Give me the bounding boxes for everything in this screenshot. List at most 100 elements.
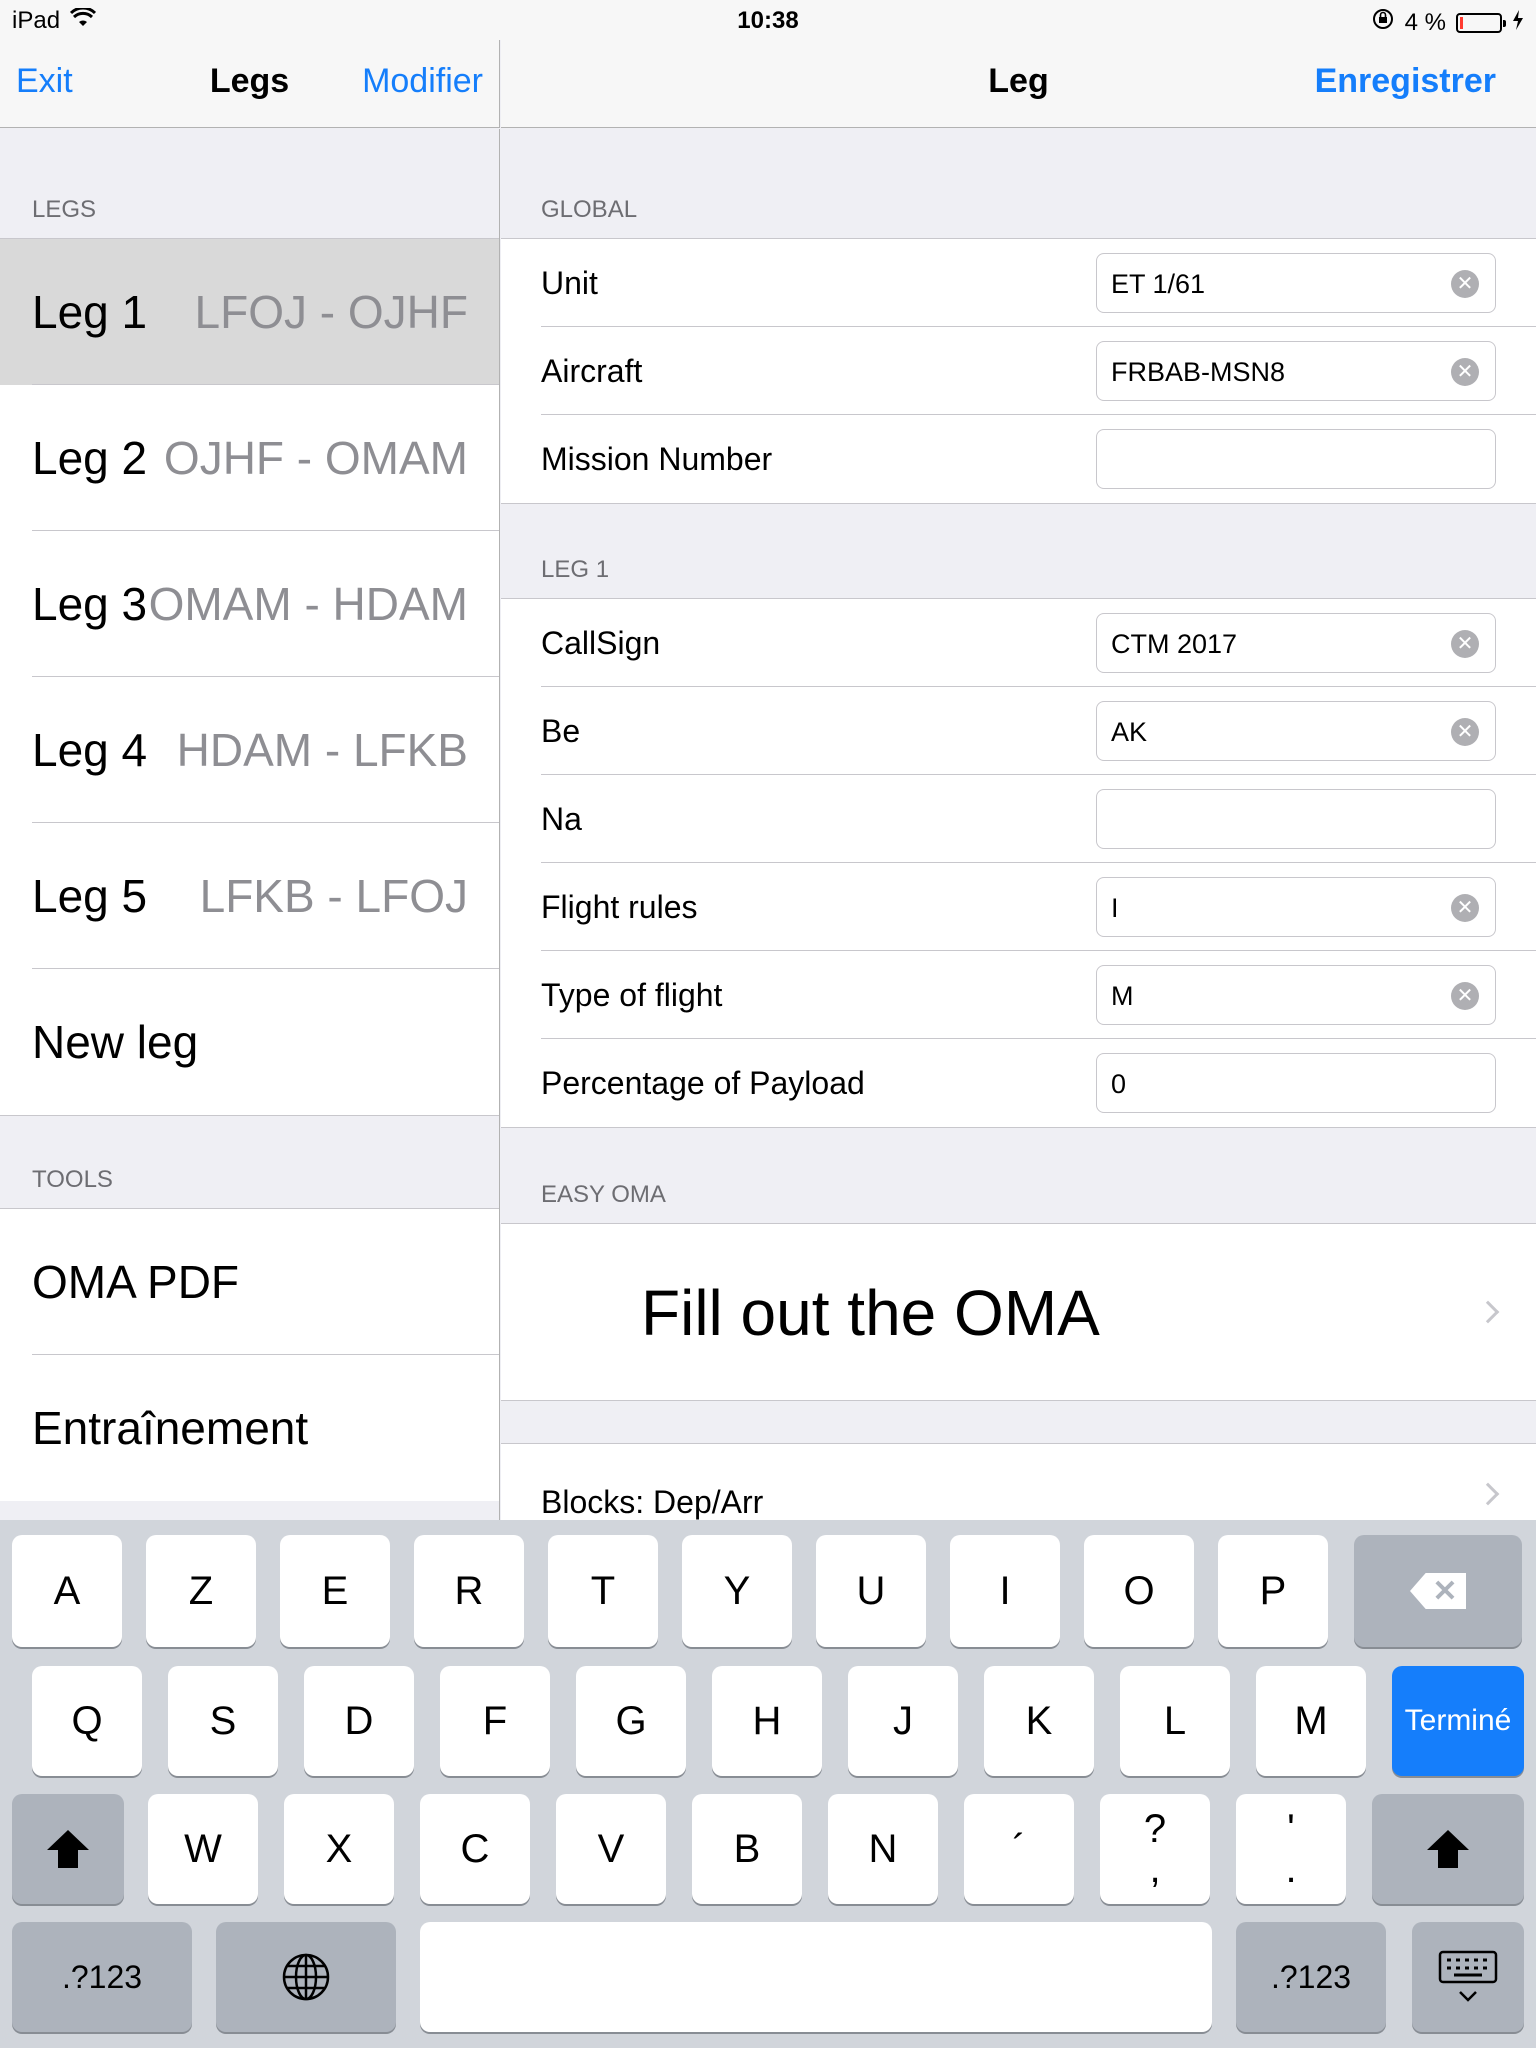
form-row-flight-rules: Flight rules I ✕ bbox=[501, 863, 1536, 951]
tool-item-oma-pdf[interactable]: OMA PDF bbox=[0, 1209, 499, 1355]
keyboard: A Z E R T Y U I O P ✕ Q S D F G H J K L … bbox=[0, 1520, 1536, 2048]
edit-button[interactable]: Modifier bbox=[362, 62, 483, 101]
key-z[interactable]: Z bbox=[146, 1535, 256, 1647]
key-y[interactable]: Y bbox=[682, 1535, 792, 1647]
key-i[interactable]: I bbox=[950, 1535, 1060, 1647]
clear-icon[interactable]: ✕ bbox=[1451, 894, 1479, 922]
leg-name: Leg 4 bbox=[32, 724, 148, 776]
field-value: CTM 2017 bbox=[1111, 629, 1238, 659]
form-row-unit: Unit ET 1/61 ✕ bbox=[501, 239, 1536, 327]
key-g[interactable]: G bbox=[576, 1666, 686, 1776]
leg-navbar: Leg Enregistrer bbox=[501, 40, 1536, 128]
clear-icon[interactable]: ✕ bbox=[1451, 358, 1479, 386]
save-button[interactable]: Enregistrer bbox=[1315, 62, 1496, 101]
form-row-na: Na bbox=[501, 775, 1536, 863]
key-p[interactable]: P bbox=[1218, 1535, 1328, 1647]
blocks-dep-arr-item[interactable]: Blocks: Dep/Arr bbox=[501, 1443, 1536, 1520]
leg-item[interactable]: Leg 4 HDAM - LFKB bbox=[0, 677, 499, 823]
clear-icon[interactable]: ✕ bbox=[1451, 270, 1479, 298]
key-n[interactable]: N bbox=[828, 1794, 938, 1904]
key-u[interactable]: U bbox=[816, 1535, 926, 1647]
be-field[interactable]: AK ✕ bbox=[1096, 701, 1496, 761]
globe-icon bbox=[282, 1953, 330, 2001]
tool-label: Entraînement bbox=[32, 1402, 309, 1454]
backspace-icon: ✕ bbox=[1410, 1573, 1466, 1609]
key-upper-char: ' bbox=[1287, 1807, 1295, 1851]
tool-item-training[interactable]: Entraînement bbox=[0, 1355, 499, 1501]
globe-key[interactable] bbox=[216, 1922, 396, 2032]
key-upper-char: ? bbox=[1143, 1807, 1167, 1851]
key-question-comma[interactable]: ? , bbox=[1100, 1794, 1210, 1904]
numbers-key-right[interactable]: .?123 bbox=[1236, 1922, 1386, 2032]
na-field[interactable] bbox=[1096, 789, 1496, 849]
key-x[interactable]: X bbox=[284, 1794, 394, 1904]
shift-key-right[interactable] bbox=[1372, 1794, 1524, 1904]
leg-item[interactable]: Leg 3 OMAM - HDAM bbox=[0, 531, 499, 677]
key-f[interactable]: F bbox=[440, 1666, 550, 1776]
key-o[interactable]: O bbox=[1084, 1535, 1194, 1647]
key-m[interactable]: M bbox=[1256, 1666, 1366, 1776]
field-label: Unit bbox=[541, 264, 598, 301]
key-lower-char: , bbox=[1149, 1847, 1161, 1891]
key-h[interactable]: H bbox=[712, 1666, 822, 1776]
leg-item[interactable]: Leg 2 OJHF - OMAM bbox=[0, 385, 499, 531]
global-section-header: GLOBAL bbox=[541, 196, 638, 223]
battery-icon bbox=[1456, 12, 1506, 33]
key-v[interactable]: V bbox=[556, 1794, 666, 1904]
field-label: Mission Number bbox=[541, 440, 773, 477]
mission-number-field[interactable] bbox=[1096, 429, 1496, 489]
fill-oma-label: Fill out the OMA bbox=[641, 1277, 1100, 1349]
field-label: Type of flight bbox=[541, 976, 723, 1013]
key-t[interactable]: T bbox=[548, 1535, 658, 1647]
type-of-flight-field[interactable]: M ✕ bbox=[1096, 965, 1496, 1025]
easy-oma-section-header: EASY OMA bbox=[541, 1181, 666, 1208]
key-c[interactable]: C bbox=[420, 1794, 530, 1904]
leg-form: CallSign CTM 2017 ✕ Be AK ✕ Na Flight ru… bbox=[501, 598, 1536, 1128]
tools-list: OMA PDF Entraînement bbox=[0, 1208, 499, 1501]
leg-name: Leg 2 bbox=[32, 432, 148, 484]
key-q[interactable]: Q bbox=[32, 1666, 142, 1776]
key-w[interactable]: W bbox=[148, 1794, 258, 1904]
flight-rules-field[interactable]: I ✕ bbox=[1096, 877, 1496, 937]
key-a[interactable]: A bbox=[12, 1535, 122, 1647]
clear-icon[interactable]: ✕ bbox=[1451, 982, 1479, 1010]
callsign-field[interactable]: CTM 2017 ✕ bbox=[1096, 613, 1496, 673]
key-e[interactable]: E bbox=[280, 1535, 390, 1647]
done-key[interactable]: Terminé bbox=[1392, 1666, 1524, 1776]
clear-icon[interactable]: ✕ bbox=[1451, 630, 1479, 658]
clear-icon[interactable]: ✕ bbox=[1451, 718, 1479, 746]
shift-key-left[interactable] bbox=[12, 1794, 124, 1904]
key-acute[interactable]: ´ bbox=[964, 1794, 1074, 1904]
form-row-payload-percentage: Percentage of Payload 0 bbox=[501, 1039, 1536, 1127]
form-row-aircraft: Aircraft FRBAB-MSN8 ✕ bbox=[501, 327, 1536, 415]
key-d[interactable]: D bbox=[304, 1666, 414, 1776]
unit-field[interactable]: ET 1/61 ✕ bbox=[1096, 253, 1496, 313]
key-l[interactable]: L bbox=[1120, 1666, 1230, 1776]
key-j[interactable]: J bbox=[848, 1666, 958, 1776]
leg-name: Leg 5 bbox=[32, 870, 148, 922]
rotation-lock-icon bbox=[1371, 7, 1395, 38]
field-value: 0 bbox=[1111, 1069, 1127, 1099]
aircraft-field[interactable]: FRBAB-MSN8 ✕ bbox=[1096, 341, 1496, 401]
dismiss-keyboard-key[interactable] bbox=[1412, 1922, 1524, 2032]
space-key[interactable] bbox=[420, 1922, 1212, 2032]
new-leg-item[interactable]: New leg bbox=[0, 969, 499, 1115]
key-b[interactable]: B bbox=[692, 1794, 802, 1904]
tool-label: OMA PDF bbox=[32, 1256, 240, 1308]
key-s[interactable]: S bbox=[168, 1666, 278, 1776]
blocks-label: Blocks: Dep/Arr bbox=[541, 1484, 764, 1520]
field-label: Aircraft bbox=[541, 352, 643, 389]
form-row-type-of-flight: Type of flight M ✕ bbox=[501, 951, 1536, 1039]
field-value: FRBAB-MSN8 bbox=[1111, 357, 1286, 387]
leg-item[interactable]: Leg 5 LFKB - LFOJ bbox=[0, 823, 499, 969]
shift-icon bbox=[1427, 1830, 1469, 1868]
fill-oma-button[interactable]: Fill out the OMA bbox=[501, 1223, 1536, 1401]
key-apostrophe-period[interactable]: ' . bbox=[1236, 1794, 1346, 1904]
key-k[interactable]: K bbox=[984, 1666, 1094, 1776]
delete-key[interactable]: ✕ bbox=[1354, 1535, 1522, 1647]
leg-name: Leg 3 bbox=[32, 578, 148, 630]
leg-item[interactable]: Leg 1 LFOJ - OJHF bbox=[0, 239, 499, 385]
numbers-key-left[interactable]: .?123 bbox=[12, 1922, 192, 2032]
payload-percentage-field[interactable]: 0 bbox=[1096, 1053, 1496, 1113]
key-r[interactable]: R bbox=[414, 1535, 524, 1647]
